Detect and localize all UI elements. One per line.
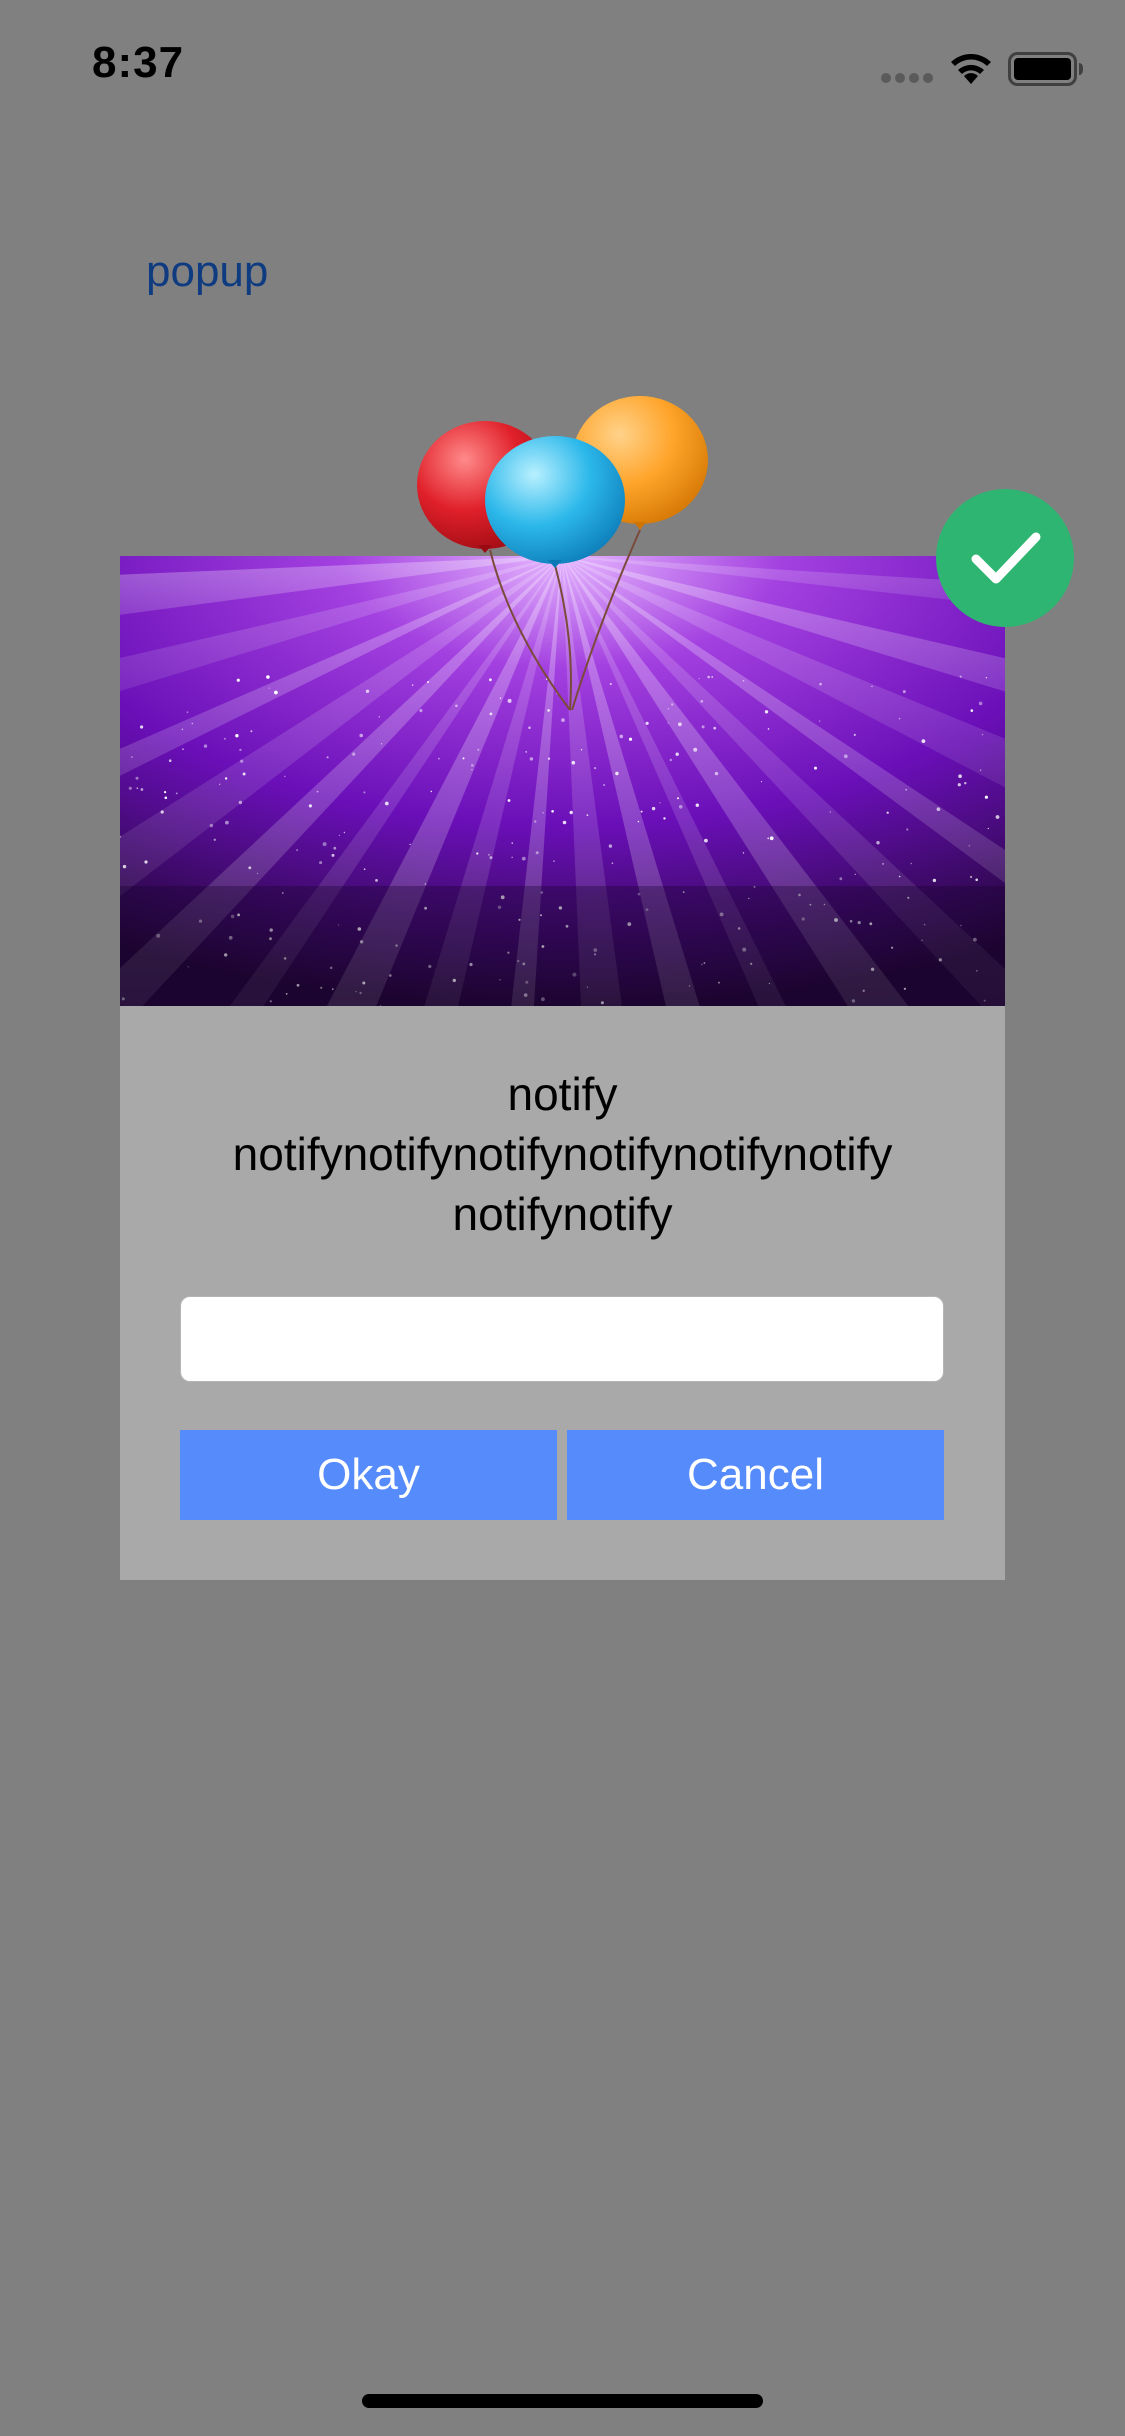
battery-icon xyxy=(1008,52,1083,86)
balloons-icon xyxy=(417,396,708,711)
cancel-button[interactable]: Cancel xyxy=(567,1430,944,1520)
message-line: notify xyxy=(507,1068,618,1120)
dialog-body: notify notifynotifynotifynotifynotifynot… xyxy=(120,1006,1005,1580)
signal-dots-icon xyxy=(881,73,933,83)
message-line: notifynotifynotifynotifynotifynotify xyxy=(232,1128,893,1180)
wifi-icon xyxy=(951,54,991,84)
message-line: notifynotify xyxy=(452,1188,673,1240)
status-bar: 8:37 xyxy=(0,0,1125,140)
popup-link[interactable]: popup xyxy=(146,247,268,297)
success-badge xyxy=(936,489,1074,627)
checkmark-icon xyxy=(971,532,1041,584)
okay-button[interactable]: Okay xyxy=(180,1430,557,1520)
dialog-message: notify notifynotifynotifynotifynotifynot… xyxy=(160,1064,965,1244)
dialog-text-input[interactable] xyxy=(180,1296,944,1382)
home-indicator xyxy=(362,2394,763,2408)
status-time: 8:37 xyxy=(92,38,185,87)
